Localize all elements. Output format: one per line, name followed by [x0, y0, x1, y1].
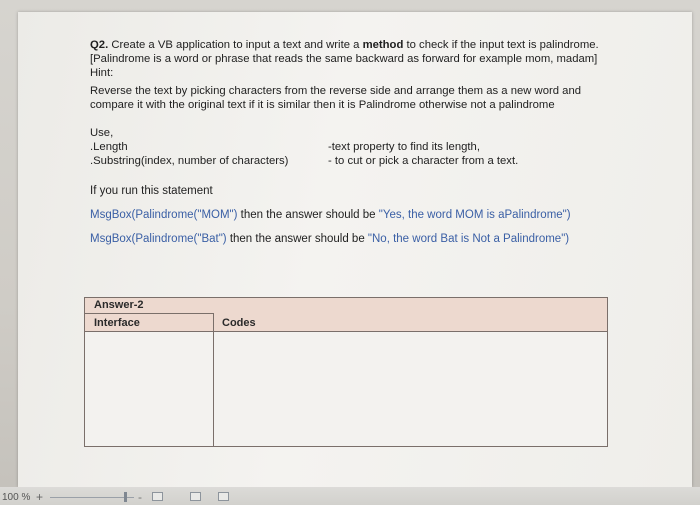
example-result-mom: "Yes, the word MOM is aPalindrome"): [378, 209, 571, 221]
read-mode-icon[interactable]: [218, 492, 229, 501]
zoom-out-button[interactable]: -: [138, 490, 142, 504]
question-line-1: Q2. Create a VB application to input a t…: [90, 38, 630, 52]
zoom-slider[interactable]: [50, 497, 134, 498]
print-layout-icon[interactable]: [190, 492, 201, 501]
example-call-mom: MsgBox(Palindrome("MOM"): [90, 209, 238, 221]
answer-table-header: Answer-2 Interface Codes: [85, 298, 607, 332]
status-bar: 100 % + -: [0, 487, 700, 505]
use-item-substring: .Substring(index, number of characters): [90, 155, 289, 167]
hint-label: Hint:: [90, 67, 114, 79]
codes-column-header: Codes: [222, 317, 256, 329]
hint-line-1: Reverse the text by picking characters f…: [90, 85, 582, 97]
use-desc-length: -text property to find its length,: [328, 141, 480, 153]
example-call-bat: MsgBox(Palindrome("Bat"): [90, 233, 227, 245]
use-descriptions: -text property to find its length, - to …: [328, 140, 518, 168]
question-number: Q2.: [90, 39, 109, 51]
example-middle-bat: then the answer should be: [226, 233, 368, 245]
example-result-bat: "No, the word Bat is Not a Palindrome"): [367, 233, 570, 245]
hint-line-2: compare it with the original text if it …: [90, 99, 555, 111]
use-label: Use,: [90, 127, 114, 139]
answer-table: Answer-2 Interface Codes: [84, 297, 608, 447]
palindrome-definition: [Palindrome is a word or phrase that rea…: [90, 53, 598, 65]
example-line-mom: MsgBox(Palindrome("MOM") then the answer…: [90, 208, 630, 222]
zoom-slider-thumb[interactable]: [124, 492, 127, 502]
example-middle-mom: then the answer should be: [237, 209, 379, 221]
zoom-in-button[interactable]: +: [36, 490, 43, 504]
run-statement: If you run this statement: [90, 185, 213, 197]
question-text: Create a VB application to input a text …: [108, 39, 363, 51]
use-desc-substring: - to cut or pick a character from a text…: [328, 155, 519, 167]
example-line-bat: MsgBox(Palindrome("Bat") then the answer…: [90, 232, 630, 246]
answer-title: Answer-2: [85, 298, 214, 314]
use-item-length: .Length: [90, 141, 128, 153]
use-section: Use, .Length .Substring(index, number of…: [90, 126, 630, 170]
column-divider: [213, 314, 214, 446]
question-content: Q2. Create a VB application to input a t…: [90, 38, 630, 246]
zoom-level[interactable]: 100 %: [2, 492, 30, 503]
interface-column-header: Interface: [94, 317, 140, 329]
question-text-end: to check if the input text is palindrome…: [403, 39, 599, 51]
use-list: Use, .Length .Substring(index, number of…: [90, 126, 288, 168]
web-layout-icon[interactable]: [152, 492, 163, 501]
question-text-bold: method: [362, 39, 404, 51]
